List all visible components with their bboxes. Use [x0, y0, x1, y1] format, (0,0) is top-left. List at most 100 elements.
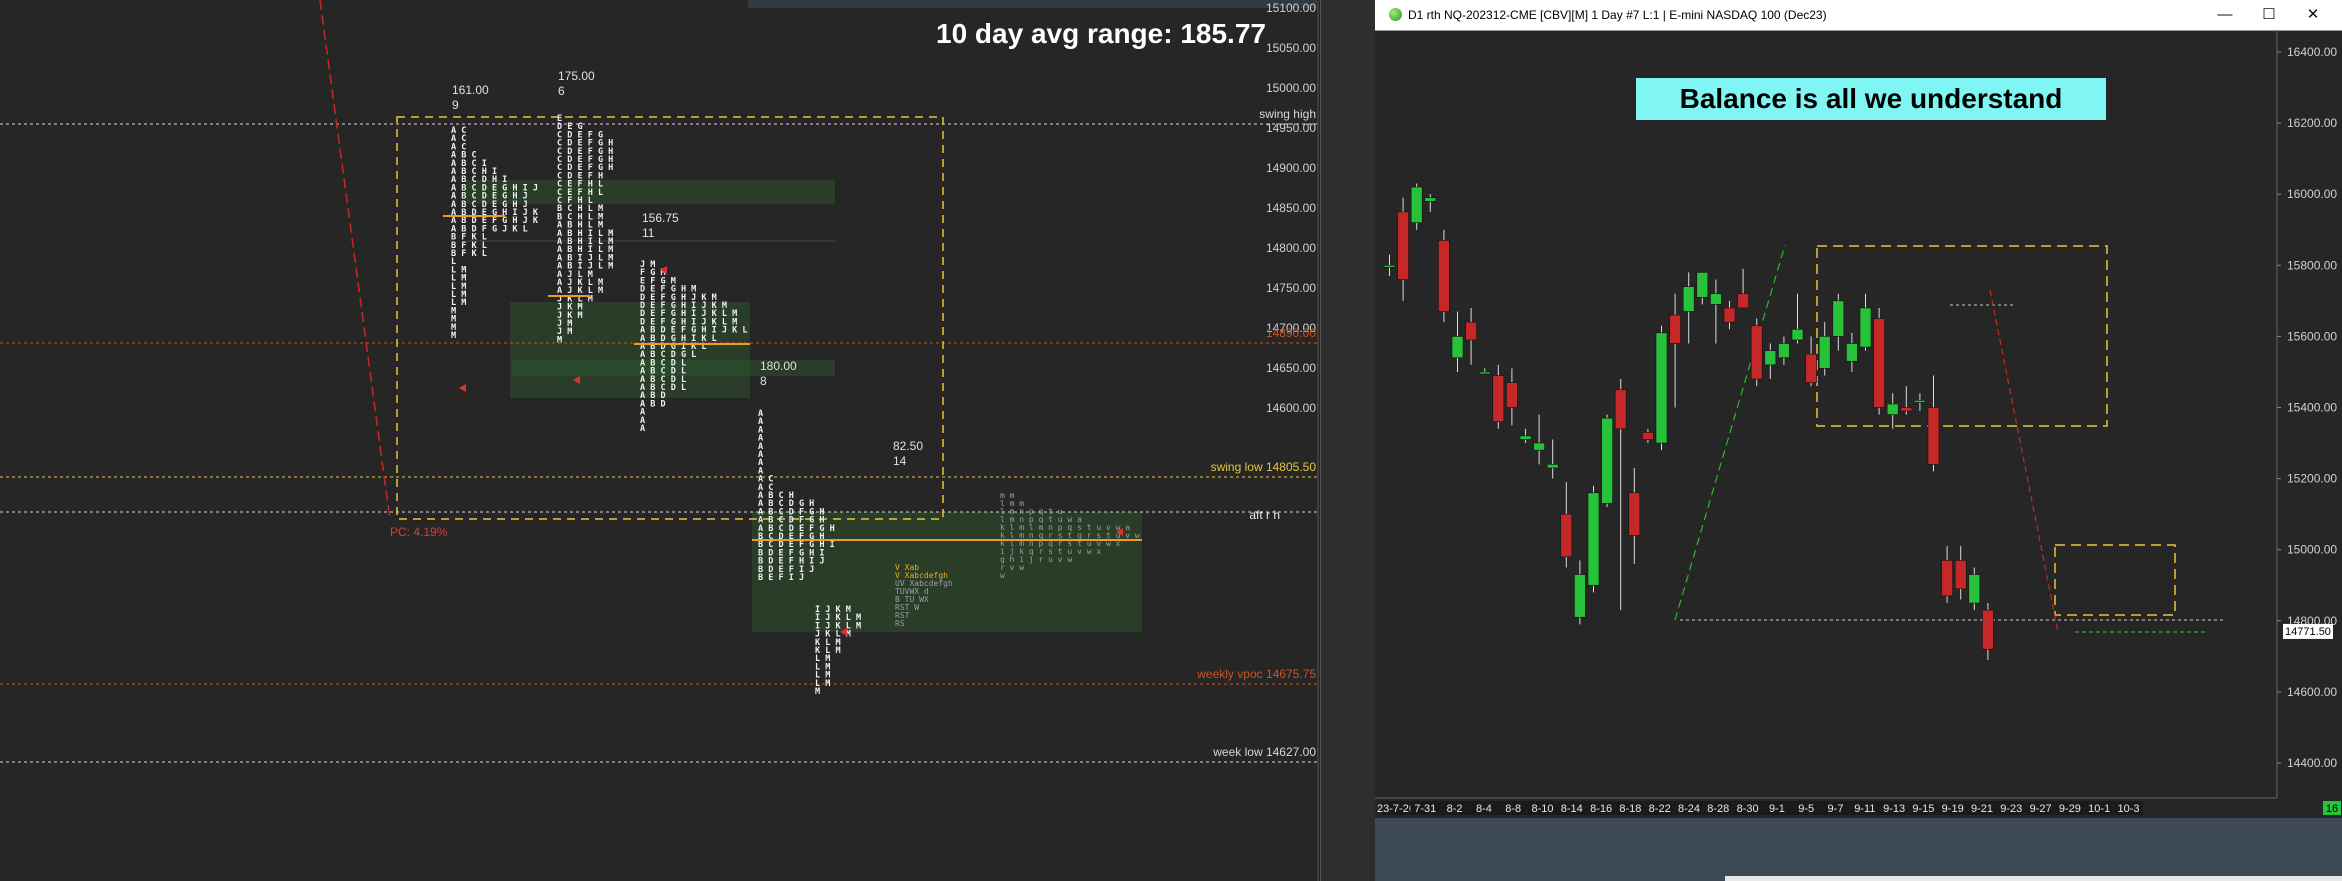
- date-label: 9-29: [2059, 803, 2081, 815]
- price-axis-label: 14600.00: [1266, 401, 1316, 415]
- candle-up: [1587, 492, 1600, 586]
- level-label: swing high: [1259, 107, 1316, 121]
- profile-range: 180.00: [760, 359, 797, 373]
- candle-up: [1424, 197, 1437, 202]
- scroll-track[interactable]: [1725, 876, 2342, 881]
- single-print-marker: [459, 384, 466, 392]
- market-profile-chart: 15100.00 15050.00 15000.00 14950.00 14900.00…: [0, 0, 1319, 881]
- candle-down: [1927, 407, 1940, 465]
- candle-down: [1900, 407, 1913, 412]
- candle-down: [1805, 353, 1817, 383]
- price-axis-label: 16200.00: [2287, 116, 2337, 130]
- candle-down: [1492, 375, 1505, 423]
- tpo-row: B F K L: [451, 249, 487, 259]
- candle-down: [1723, 307, 1736, 323]
- date-label: 9-15: [1912, 803, 1934, 815]
- candle-up: [1886, 403, 1899, 415]
- candle-down: [1669, 314, 1681, 344]
- candlestick-chart: 16400.00 16200.00 16000.00 15800.00 15600.00…: [1375, 30, 2341, 815]
- profile-count: 14: [893, 454, 907, 468]
- date-label: 10-3: [2117, 803, 2139, 815]
- price-axis-label: 15100.00: [1266, 1, 1316, 15]
- top-strip: [748, 0, 1318, 8]
- candle-up: [1818, 336, 1831, 369]
- profile-range: 175.00: [558, 69, 595, 83]
- candle-down: [1750, 325, 1763, 380]
- candle-up: [1696, 272, 1709, 298]
- price-axis-label: 14850.00: [1266, 201, 1316, 215]
- date-label: 9-5: [1798, 803, 1814, 815]
- tpo-row: M: [451, 331, 456, 341]
- date-label: 23-7-26: [1377, 803, 1415, 815]
- candle-up: [1533, 442, 1545, 451]
- candle-up: [1710, 293, 1722, 305]
- price-axis-label: 14650.00: [1266, 361, 1316, 375]
- candle-down: [1982, 609, 1994, 650]
- profile-count: 11: [642, 226, 655, 240]
- candle-down: [1397, 211, 1409, 280]
- candle-down: [1465, 321, 1477, 341]
- date-label: 9-13: [1883, 803, 1905, 815]
- price-axis-label: 16000.00: [2287, 187, 2337, 201]
- downtrend-line: [1989, 289, 2059, 633]
- tpo-row: M: [557, 335, 562, 345]
- corner-badge: 16: [2326, 803, 2338, 815]
- profile-count: 9: [452, 98, 459, 112]
- candle-down: [1628, 492, 1641, 536]
- profile-range: 82.50: [893, 439, 923, 453]
- overnight-tpo-row: RS: [895, 619, 905, 628]
- candle-down: [1438, 240, 1450, 312]
- price-axis-label: 15000.00: [1266, 81, 1316, 95]
- candle-up: [1832, 300, 1845, 337]
- candle-up: [1968, 574, 1981, 604]
- profile-range: 156.75: [642, 211, 679, 225]
- date-label: 8-22: [1649, 803, 1671, 815]
- price-axis-label: 15400.00: [2287, 401, 2337, 415]
- date-label: 7-31: [1414, 803, 1436, 815]
- date-label: 9-11: [1854, 803, 1875, 815]
- date-label: 8-14: [1561, 803, 1583, 815]
- profile-count: 6: [558, 84, 565, 98]
- date-label: 9-1: [1769, 803, 1785, 815]
- price-axis-label: 16400.00: [2287, 45, 2337, 59]
- left-chart-panel: 15100.00 15050.00 15000.00 14950.00 14900.00…: [0, 0, 1320, 881]
- candle-up: [1764, 350, 1777, 366]
- candle-down: [1954, 560, 1967, 590]
- price-axis-label: 14950.00: [1266, 121, 1316, 135]
- value-area-shade: [466, 240, 836, 242]
- date-label: 8-10: [1531, 803, 1553, 815]
- bottom-strip: [1375, 818, 2342, 881]
- price-axis-label: 15600.00: [2287, 329, 2337, 343]
- candle-down: [1941, 560, 1953, 597]
- date-label: 8-30: [1737, 803, 1759, 815]
- candle-up: [1601, 417, 1613, 504]
- last-price-tag: 14771.50: [2285, 626, 2331, 638]
- avg-range-label: 10 day avg range: 185.77: [936, 18, 1266, 49]
- panel-gap: [1320, 0, 1376, 881]
- date-label: 8-28: [1707, 803, 1729, 815]
- trend-line: [319, 0, 391, 521]
- candle-up: [1655, 332, 1668, 444]
- level-label: swing low 14805.50: [1211, 460, 1317, 474]
- level-label: 14890.00: [1266, 326, 1316, 340]
- price-axis-label: 14750.00: [1266, 281, 1316, 295]
- candle-up: [1846, 343, 1858, 362]
- level-label: week low 14627.00: [1212, 745, 1316, 759]
- candle-up: [1546, 464, 1559, 469]
- date-label: 8-4: [1476, 803, 1492, 815]
- tpo-row: M: [815, 687, 820, 697]
- price-axis-label: 15050.00: [1266, 41, 1316, 55]
- balance-annotation: Balance is all we understand: [1636, 78, 2106, 120]
- candle-up: [1778, 343, 1790, 359]
- tpo-row: A: [640, 424, 645, 434]
- candle-up: [1410, 186, 1423, 223]
- profile-range: 161.00: [452, 83, 489, 97]
- candle-down: [1642, 432, 1654, 440]
- tpo-row: B E F I J: [758, 573, 804, 583]
- small-balance-box: [2054, 544, 2176, 616]
- date-label: 9-21: [1971, 803, 1993, 815]
- price-axis-label: 15800.00: [2287, 258, 2337, 272]
- price-axis-label: 14900.00: [1266, 161, 1316, 175]
- date-label: 8-8: [1505, 803, 1521, 815]
- date-label: 9-23: [2000, 803, 2022, 815]
